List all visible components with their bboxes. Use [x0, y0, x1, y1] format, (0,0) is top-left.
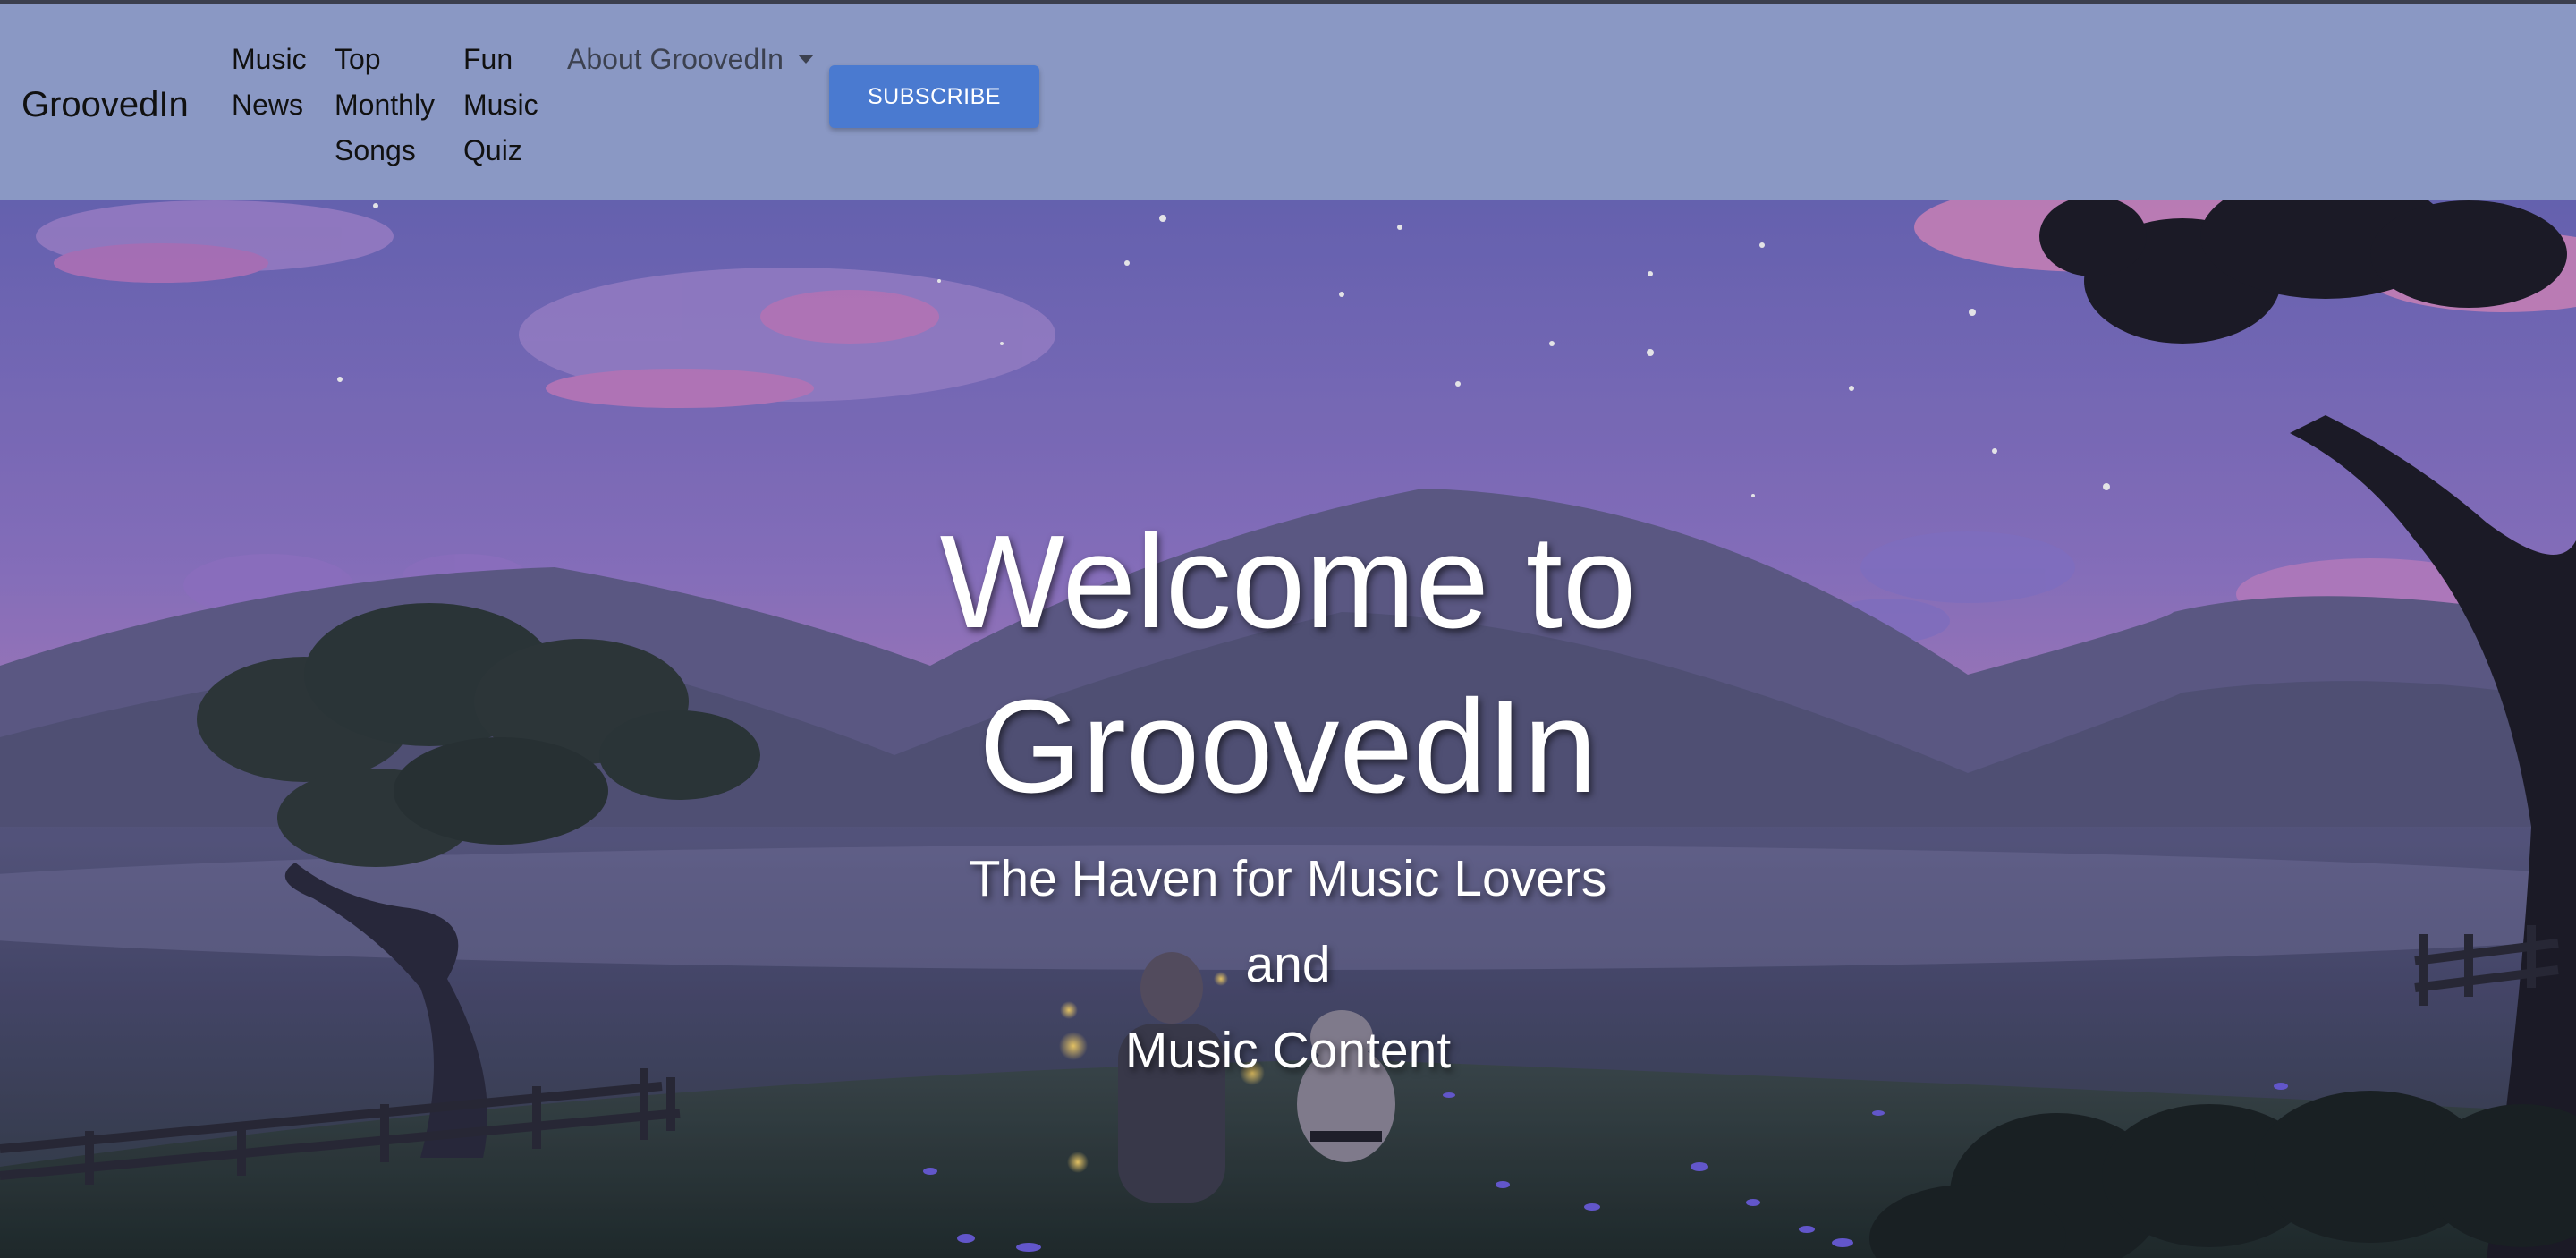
- page: GroovedIn Music News Top Monthly Songs F…: [0, 0, 2576, 1258]
- navbar: GroovedIn Music News Top Monthly Songs F…: [0, 4, 2576, 200]
- hero-title: Welcome to GroovedIn: [0, 500, 2576, 829]
- hero-title-line-2: GroovedIn: [979, 673, 1597, 820]
- nav-item-music-news[interactable]: Music News: [232, 37, 321, 128]
- hero-subtitle-line-1: The Haven for Music Lovers: [969, 850, 1607, 907]
- subscribe-button[interactable]: SUBSCRIBE: [829, 65, 1039, 128]
- nav-item-fun-music-quiz[interactable]: Fun Music Quiz: [463, 37, 553, 174]
- hero-subtitle: The Haven for Music Lovers and Music Con…: [0, 836, 2576, 1093]
- hero-subtitle-line-3: Music Content: [1124, 1022, 1452, 1079]
- nav-item-top-monthly-songs[interactable]: Top Monthly Songs: [335, 37, 451, 174]
- brand-logo[interactable]: GroovedIn: [21, 82, 189, 127]
- hero-title-line-1: Welcome to: [939, 508, 1637, 656]
- about-dropdown-label: About GroovedIn: [567, 43, 784, 75]
- about-dropdown[interactable]: About GroovedIn: [567, 37, 814, 82]
- hero-section: Welcome to GroovedIn The Haven for Music…: [0, 200, 2576, 1258]
- hero-subtitle-line-2: and: [1245, 936, 1331, 993]
- caret-down-icon: [797, 54, 814, 64]
